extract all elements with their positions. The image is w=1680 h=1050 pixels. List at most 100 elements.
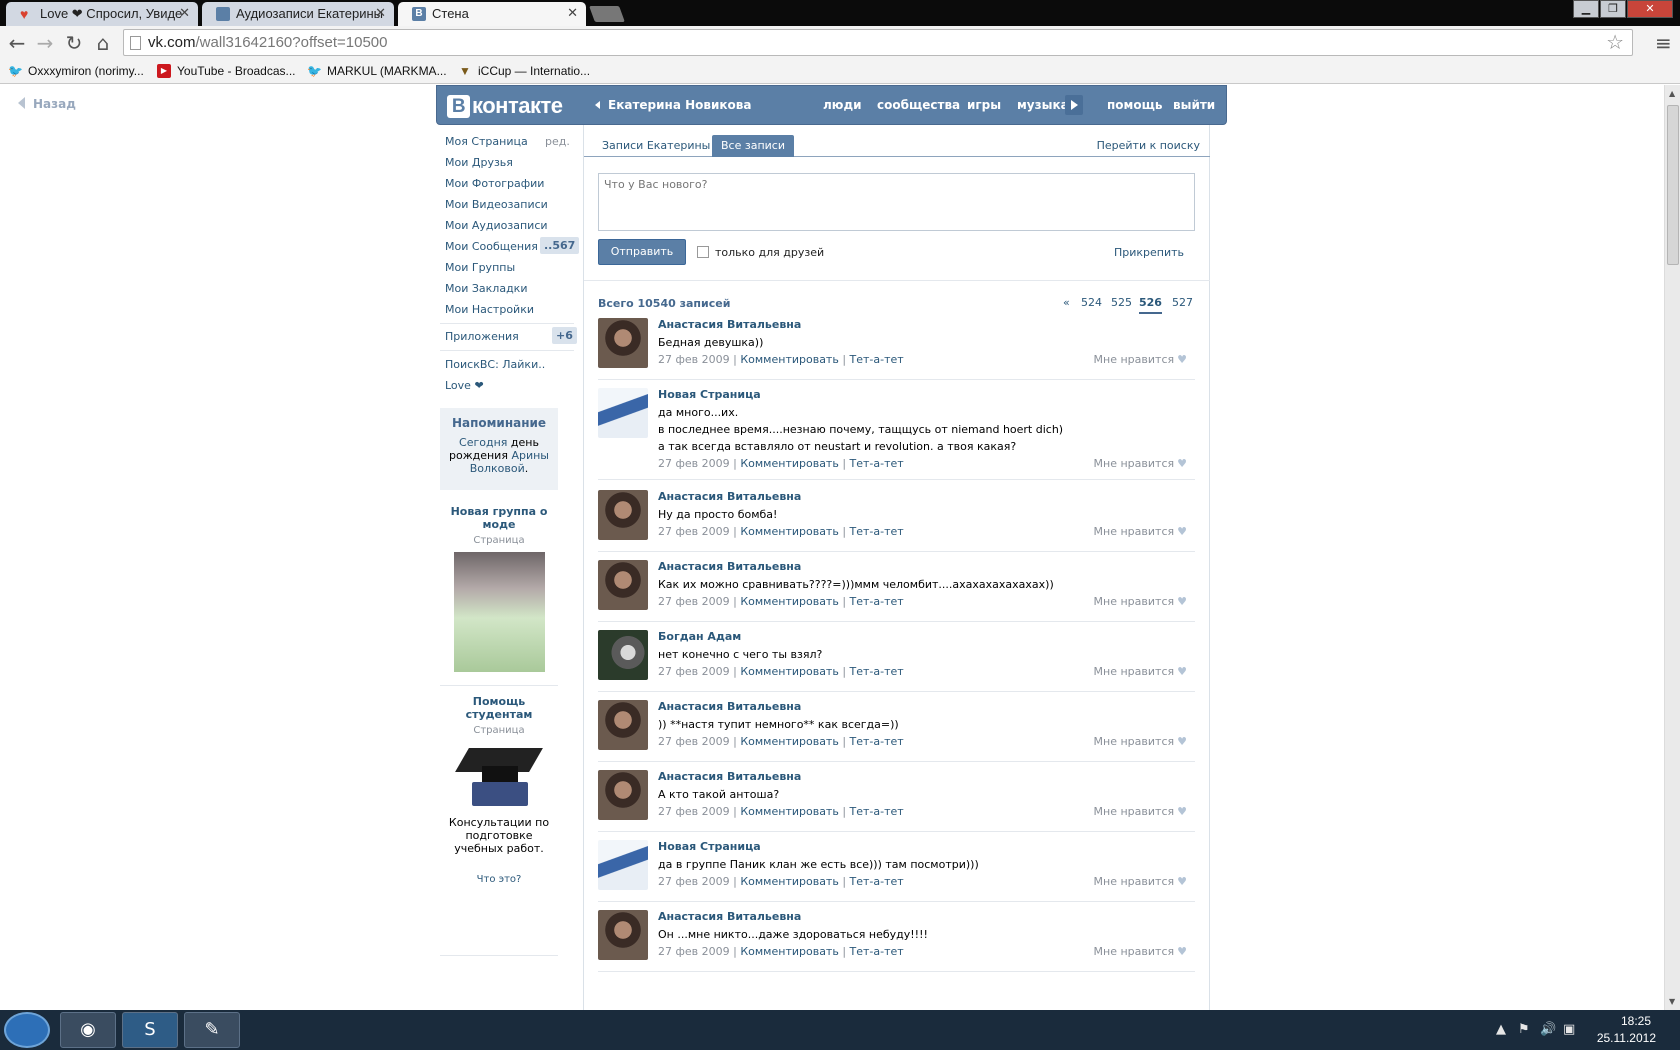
bookmark-star-icon[interactable]: ☆ xyxy=(1606,30,1624,54)
avatar[interactable] xyxy=(598,490,648,540)
post-author-link[interactable]: Анастасия Витальевна xyxy=(658,910,801,923)
sidebar-item-friends[interactable]: Мои Друзья xyxy=(445,156,513,169)
browser-tab-wall[interactable]: B Стена ✕ xyxy=(398,2,586,26)
flag-icon[interactable]: ⚑ xyxy=(1518,1022,1530,1037)
post-date[interactable]: 27 фев 2009 xyxy=(658,945,730,958)
post-author-link[interactable]: Анастасия Витальевна xyxy=(658,560,801,573)
post-author-link[interactable]: Анастасия Витальевна xyxy=(658,770,801,783)
browser-tab-audio[interactable]: Аудиозаписи Екатерины ✕ xyxy=(202,2,394,26)
minimize-button[interactable]: ▁ xyxy=(1573,0,1599,18)
avatar[interactable] xyxy=(598,840,648,890)
page-526-current[interactable]: 526 xyxy=(1139,296,1162,314)
home-icon[interactable]: ⌂ xyxy=(91,31,115,55)
friends-only-checkbox[interactable] xyxy=(697,246,709,258)
page-527[interactable]: 527 xyxy=(1172,296,1193,309)
comment-link[interactable]: Комментировать xyxy=(740,595,838,608)
sidebar-item-apps[interactable]: Приложения xyxy=(445,330,519,343)
back-link[interactable]: Назад xyxy=(18,97,76,111)
forward-arrow-icon[interactable]: → xyxy=(33,31,57,55)
what-is-this-link[interactable]: Что это? xyxy=(440,874,558,885)
avatar[interactable] xyxy=(598,318,648,368)
like-button[interactable]: Мне нравится ♥ xyxy=(1094,665,1187,678)
header-user-link[interactable]: Екатерина Новикова xyxy=(595,98,751,112)
nav-communities[interactable]: сообщества xyxy=(877,98,960,112)
close-icon[interactable]: ✕ xyxy=(567,5,578,21)
edit-link[interactable]: ред. xyxy=(545,135,570,148)
attach-link[interactable]: Прикрепить xyxy=(1114,246,1184,259)
sidebar-item-my-page[interactable]: Моя Страница xyxy=(445,135,528,148)
paint-icon[interactable]: ✎ xyxy=(184,1012,240,1048)
like-button[interactable]: Мне нравится ♥ xyxy=(1094,595,1187,608)
tete-a-tete-link[interactable]: Тет-а-тет xyxy=(850,665,904,678)
page-525[interactable]: 525 xyxy=(1111,296,1132,309)
menu-icon[interactable]: ≡ xyxy=(1655,31,1672,55)
like-button[interactable]: Мне нравится ♥ xyxy=(1094,457,1187,470)
post-author-link[interactable]: Новая Страница xyxy=(658,840,761,853)
post-date[interactable]: 27 фев 2009 xyxy=(658,353,730,366)
nav-people[interactable]: люди xyxy=(823,98,862,112)
tab-own-posts[interactable]: Записи Екатерины xyxy=(593,135,719,157)
tete-a-tete-link[interactable]: Тет-а-тет xyxy=(850,595,904,608)
nav-music[interactable]: музыка xyxy=(1017,98,1069,112)
post-author-link[interactable]: Новая Страница xyxy=(658,388,761,401)
comment-link[interactable]: Комментировать xyxy=(740,805,838,818)
close-icon[interactable]: ✕ xyxy=(375,5,386,21)
nav-help[interactable]: помощь xyxy=(1107,98,1162,112)
tete-a-tete-link[interactable]: Тет-а-тет xyxy=(850,457,904,470)
messages-badge[interactable]: ..567 xyxy=(540,237,580,254)
post-date[interactable]: 27 фев 2009 xyxy=(658,525,730,538)
scroll-thumb[interactable] xyxy=(1667,105,1679,265)
page-524[interactable]: 524 xyxy=(1081,296,1102,309)
post-author-link[interactable]: Богдан Адам xyxy=(658,630,741,643)
post-author-link[interactable]: Анастасия Витальевна xyxy=(658,700,801,713)
bookmark-oxxxymiron[interactable]: 🐦 Oxxxymiron (norimy... xyxy=(8,64,144,78)
ad-title[interactable]: Помощь студентам xyxy=(440,695,558,721)
tab-all-posts[interactable]: Все записи xyxy=(712,135,794,157)
tete-a-tete-link[interactable]: Тет-а-тет xyxy=(850,525,904,538)
play-icon[interactable] xyxy=(1065,95,1083,115)
tete-a-tete-link[interactable]: Тет-а-тет xyxy=(850,735,904,748)
page-scrollbar[interactable]: ▲ ▼ xyxy=(1664,85,1680,1010)
bookmark-markul[interactable]: 🐦 MARKUL (MARKMA... xyxy=(307,64,447,78)
tete-a-tete-link[interactable]: Тет-а-тет xyxy=(850,805,904,818)
send-button[interactable]: Отправить xyxy=(598,239,686,265)
volume-icon[interactable]: 🔊 xyxy=(1540,1022,1556,1037)
chrome-icon[interactable]: ◉ xyxy=(60,1012,116,1048)
new-tab-button[interactable] xyxy=(589,6,625,22)
close-icon[interactable]: ✕ xyxy=(179,5,190,21)
comment-link[interactable]: Комментировать xyxy=(740,353,838,366)
go-to-search-link[interactable]: Перейти к поиску xyxy=(1097,139,1200,152)
avatar[interactable] xyxy=(598,560,648,610)
sidebar-item-settings[interactable]: Мои Настройки xyxy=(445,303,534,316)
post-date[interactable]: 27 фев 2009 xyxy=(658,665,730,678)
avatar[interactable] xyxy=(598,388,648,438)
comment-link[interactable]: Комментировать xyxy=(740,665,838,678)
ad-new-group[interactable]: Новая группа о моде Страница xyxy=(440,505,558,672)
avatar[interactable] xyxy=(598,630,648,680)
reload-icon[interactable]: ↻ xyxy=(62,31,86,55)
like-button[interactable]: Мне нравится ♥ xyxy=(1094,353,1187,366)
like-button[interactable]: Мне нравится ♥ xyxy=(1094,875,1187,888)
tete-a-tete-link[interactable]: Тет-а-тет xyxy=(850,945,904,958)
like-button[interactable]: Мне нравится ♥ xyxy=(1094,735,1187,748)
comment-link[interactable]: Комментировать xyxy=(740,457,838,470)
post-composer[interactable] xyxy=(598,173,1195,231)
comment-link[interactable]: Комментировать xyxy=(740,945,838,958)
avatar[interactable] xyxy=(598,700,648,750)
ad-image[interactable] xyxy=(453,552,545,672)
comment-link[interactable]: Комментировать xyxy=(740,875,838,888)
page-first[interactable]: « xyxy=(1063,296,1070,309)
post-author-link[interactable]: Анастасия Витальевна xyxy=(658,490,801,503)
scroll-down-icon[interactable]: ▼ xyxy=(1669,997,1675,1006)
apps-badge[interactable]: +6 xyxy=(552,327,577,344)
start-button[interactable] xyxy=(4,1012,50,1048)
sidebar-item-bookmarks[interactable]: Мои Закладки xyxy=(445,282,527,295)
like-button[interactable]: Мне нравится ♥ xyxy=(1094,525,1187,538)
avatar[interactable] xyxy=(598,910,648,960)
clock-date[interactable]: 25.11.2012 xyxy=(1597,1031,1656,1045)
maximize-button[interactable]: ❐ xyxy=(1600,0,1626,18)
nav-games[interactable]: игры xyxy=(967,98,1001,112)
like-button[interactable]: Мне нравится ♥ xyxy=(1094,805,1187,818)
post-author-link[interactable]: Анастасия Витальевна xyxy=(658,318,801,331)
sidebar-item-photos[interactable]: Мои Фотографии xyxy=(445,177,544,190)
